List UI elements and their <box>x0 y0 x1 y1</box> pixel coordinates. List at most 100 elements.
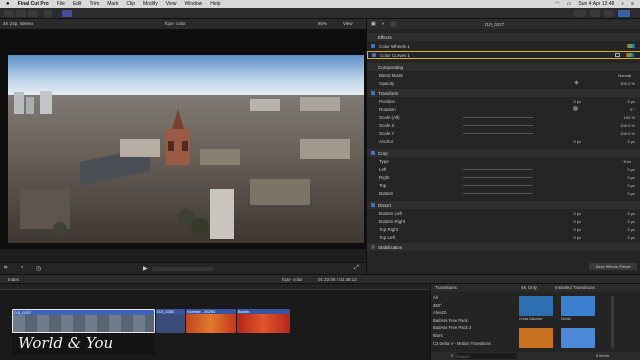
menu-modify[interactable]: Modify <box>143 1 158 7</box>
opacity-value[interactable]: 100.0 % <box>620 81 635 86</box>
crop-left-slider[interactable] <box>463 169 533 170</box>
bottom-right-y[interactable]: 0 px <box>627 219 635 224</box>
position-y-value[interactable]: 0 px <box>627 99 635 104</box>
rotation-dial-icon[interactable] <box>573 106 578 111</box>
clock[interactable]: Sun 4 Apr 12:48 <box>578 1 614 7</box>
scale-y-value[interactable]: 100.0 % <box>620 131 635 136</box>
rotation-value[interactable]: 0 ° <box>630 107 635 112</box>
timeline-ruler[interactable] <box>0 284 430 290</box>
title-track[interactable]: World & You <box>12 333 155 355</box>
menu-edit[interactable]: Edit <box>73 1 82 7</box>
fullscreen-icon[interactable]: ⤢ <box>354 265 359 272</box>
video-tab-icon[interactable]: ▣ <box>371 21 376 27</box>
effect-row-selected[interactable]: Color Curves 1 <box>367 51 640 59</box>
scrollbar[interactable] <box>611 296 614 348</box>
apple-menu-icon[interactable]: ● <box>6 1 10 7</box>
zoom-dropdown[interactable]: 50% <box>318 21 327 26</box>
share-icon[interactable] <box>574 10 586 17</box>
menu-file[interactable]: File <box>57 1 65 7</box>
clip-2[interactable]: DJI_0282 <box>156 309 185 333</box>
timeline[interactable]: DJI_0227 DJI_0282 Sunrise - 36294 Bokeh … <box>0 284 430 360</box>
library-icon[interactable] <box>4 10 14 17</box>
battery-icon[interactable]: ▭ <box>567 1 572 7</box>
menu-mark[interactable]: Mark <box>107 1 118 7</box>
crop-checkbox[interactable] <box>371 151 375 155</box>
viewer[interactable] <box>0 29 366 249</box>
keyword-icon[interactable] <box>62 10 72 17</box>
menu-view[interactable]: View <box>166 1 177 7</box>
stabilization-checkbox[interactable] <box>371 245 375 249</box>
scale-all-value[interactable]: 100 % <box>624 115 635 120</box>
top-left-y[interactable]: 0 px <box>627 235 635 240</box>
crop-top-slider[interactable] <box>463 185 533 186</box>
transform-checkbox[interactable] <box>371 91 375 95</box>
crop-left-value[interactable]: 0 px <box>627 167 635 172</box>
speed-tool-icon[interactable]: ◷ <box>36 265 41 272</box>
enhance-tool-icon[interactable]: ◔ <box>20 265 24 271</box>
view-dropdown[interactable]: View <box>343 21 353 26</box>
anchor-x-value[interactable]: 0 px <box>573 139 581 144</box>
scale-x-slider[interactable] <box>463 125 533 126</box>
color-wheels-icon[interactable] <box>627 44 635 48</box>
clip-1[interactable]: DJI_0227 <box>12 309 155 333</box>
transform-tool-icon[interactable]: ⌗ <box>4 265 7 272</box>
transition-thumb[interactable] <box>519 328 553 348</box>
top-right-x[interactable]: 0 px <box>573 227 581 232</box>
crop-bottom-slider[interactable] <box>463 193 533 194</box>
index-button[interactable]: Index <box>8 277 19 282</box>
stabilization-section[interactable]: Stabilization <box>367 243 640 251</box>
anchor-y-value[interactable]: 0 px <box>627 139 635 144</box>
color-curves-icon[interactable] <box>626 53 634 57</box>
transition-thumb[interactable] <box>519 296 553 316</box>
crop-right-value[interactable]: 0 px <box>627 175 635 180</box>
play-icon[interactable]: ▶ <box>143 265 148 272</box>
color-tab-icon[interactable]: ◑ <box>381 21 384 27</box>
mask-icon[interactable] <box>615 53 620 57</box>
info-tab-icon[interactable]: ⓘ <box>391 21 396 28</box>
crop-section[interactable]: Crop <box>367 149 640 157</box>
crop-bottom-value[interactable]: 0 px <box>627 191 635 196</box>
category-item[interactable]: BadAss Free Pack <box>433 317 513 325</box>
bottom-right-x[interactable]: 0 px <box>573 219 581 224</box>
top-right-y[interactable]: 0 px <box>627 227 635 232</box>
scale-x-value[interactable]: 100.0 % <box>620 123 635 128</box>
menu-window[interactable]: Window <box>184 1 202 7</box>
distort-checkbox[interactable] <box>371 203 375 207</box>
category-item[interactable]: Alex4D <box>433 309 513 317</box>
compositing-section[interactable]: Compositing <box>367 63 640 71</box>
scale-all-slider[interactable] <box>463 117 533 118</box>
crop-top-value[interactable]: 0 px <box>627 183 635 188</box>
transition-thumb[interactable] <box>561 296 595 316</box>
effect-1-checkbox[interactable] <box>371 44 375 48</box>
scale-y-slider[interactable] <box>463 133 533 134</box>
effect-row[interactable]: Color Wheels 1 <box>367 42 640 50</box>
bottom-left-x[interactable]: 0 px <box>573 211 581 216</box>
import-icon[interactable] <box>44 10 52 17</box>
installed-transitions-dropdown[interactable]: Installed Transitions <box>555 285 595 290</box>
clip-3[interactable]: Sunrise - 36294 <box>186 309 236 333</box>
playhead-timecode[interactable] <box>152 267 214 271</box>
position-x-value[interactable]: 0 px <box>573 99 581 104</box>
save-effects-preset-button[interactable]: Save Effects Preset <box>589 263 637 270</box>
menu-app[interactable]: Final Cut Pro <box>18 1 49 7</box>
photos-icon[interactable] <box>16 10 26 17</box>
clip-4[interactable]: Bokeh <box>237 309 290 333</box>
crop-right-slider[interactable] <box>463 177 533 178</box>
search-icon[interactable]: ⌕ <box>621 1 624 7</box>
category-item[interactable]: 360° <box>433 302 513 310</box>
transitions-search-input[interactable] <box>457 353 517 359</box>
4k-only-toggle[interactable]: 4K Only <box>521 285 537 290</box>
timeline-toggle-icon[interactable] <box>604 10 614 17</box>
blend-mode-dropdown[interactable]: Normal <box>618 73 631 78</box>
category-item[interactable]: Blurs <box>433 332 513 340</box>
category-item[interactable]: C3 Delta V - Motion Transitions <box>433 340 513 348</box>
menu-clip[interactable]: Clip <box>126 1 135 7</box>
effect-2-checkbox[interactable] <box>372 53 376 57</box>
titles-icon[interactable] <box>28 10 38 17</box>
category-item[interactable]: All <box>433 294 513 302</box>
menu-trim[interactable]: Trim <box>89 1 99 7</box>
distort-section[interactable]: Distort <box>367 201 640 209</box>
inspector-toggle-icon[interactable] <box>618 10 630 17</box>
browser-toggle-icon[interactable] <box>590 10 600 17</box>
effects-section[interactable]: Effects <box>367 33 640 41</box>
